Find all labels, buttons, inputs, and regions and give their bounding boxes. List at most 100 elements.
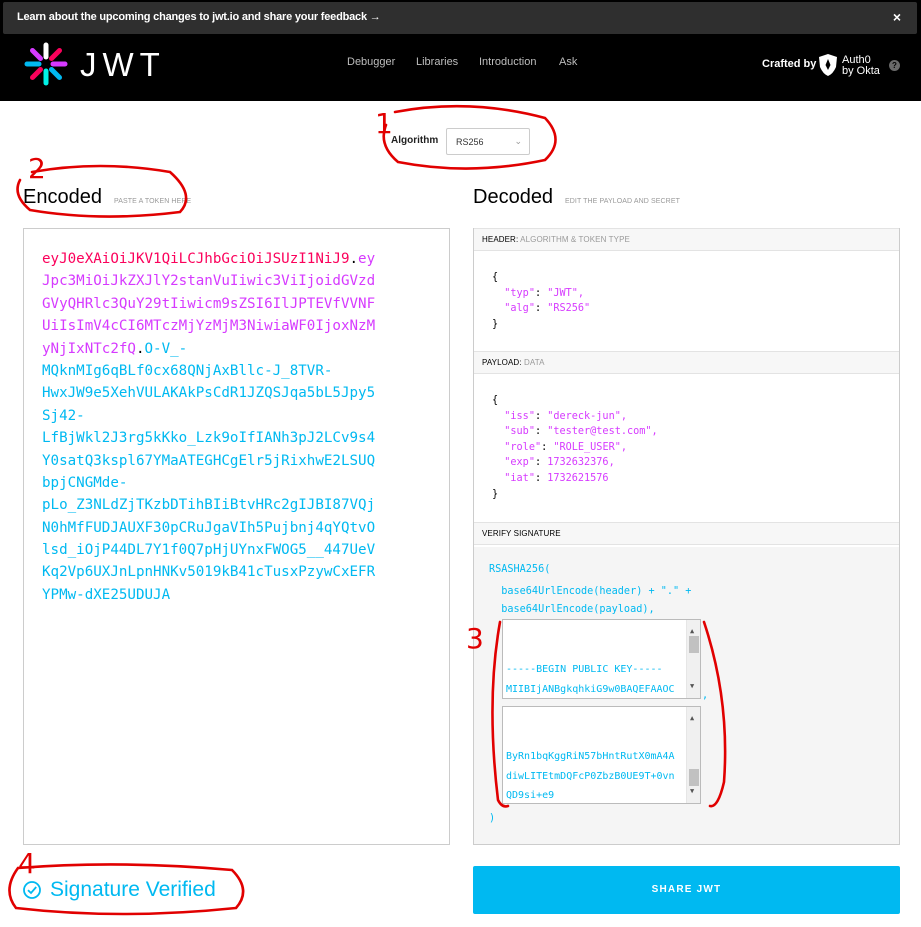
json-brace: { <box>492 272 499 283</box>
crafted-by-label: Crafted by <box>762 58 817 70</box>
payload-section-title: PAYLOAD: DATA <box>474 351 899 374</box>
nav-ask[interactable]: Ask <box>559 56 577 68</box>
token-line: Kq2Vp6UXJnLpnHNKv5019kB41cTusxPzywCxEFR <box>42 561 449 583</box>
token-line: Y0satQ3kspl67YMaATEGHCgElr5jRixhwE2LSUQ <box>42 450 449 472</box>
json-line: "role": "ROLE_USER", <box>492 440 658 456</box>
json-value: "ROLE_USER", <box>553 441 627 453</box>
token-line: bpjCNGMde- <box>42 472 449 494</box>
chevron-down-icon: ⌄ <box>514 136 522 146</box>
logo-text[interactable]: JWT <box>80 46 166 84</box>
payload-section-sub: DATA <box>523 358 545 367</box>
scroll-down-icon[interactable]: ▼ <box>690 782 694 801</box>
auth0-shield-icon[interactable] <box>818 53 838 77</box>
json-key: "iat" <box>504 472 535 484</box>
public-key-scrollbar[interactable]: ▲ ▼ <box>686 620 700 698</box>
token-line: GVyQHRlc3QuY29tIiwicm9sZSI6IlJPTEVfVVNF <box>42 293 449 315</box>
verify-comma: , <box>702 690 709 701</box>
nav-libraries[interactable]: Libraries <box>416 56 458 68</box>
announcement-banner[interactable]: Learn about the upcoming changes to jwt.… <box>3 2 917 34</box>
json-value: "dereck-jun", <box>547 410 627 422</box>
encoded-subtitle: PASTE A TOKEN HERE <box>114 198 192 205</box>
algorithm-value: RS256 <box>456 137 484 147</box>
payload-section-label: PAYLOAD: <box>482 358 522 367</box>
encoded-title: Encoded <box>23 186 102 208</box>
token-segment-purple: Jpc3MiOiJkZXJlY2stanVuIiwic3ViIjoidGVzd <box>42 273 376 290</box>
token-segment-dot: . <box>349 251 359 267</box>
header-json-editor[interactable]: { "typ": "JWT", "alg": "RS256"} <box>492 270 590 332</box>
key-line: diwLITEtmDQFcP0ZbzB0UE9T+0vn <box>506 770 675 782</box>
token-segment-cyan: N0hMfFUDJAUXF30pCRuJgaVIh5Pujbnj4qYQtvO <box>42 519 376 536</box>
token-segment-cyan: Y0satQ3kspl67YMaATEGHCgElr5jRixhwE2LSUQ <box>42 452 376 469</box>
top-bar: Learn about the upcoming changes to jwt.… <box>0 0 921 101</box>
okta-line: by Okta <box>842 65 880 77</box>
token-line: MQknMIg6qBLf0cx68QNjAxBllc-J_8TVR- <box>42 360 449 382</box>
token-segment-purple: yNjIxNTc2fQ <box>42 340 136 357</box>
payload-json-editor[interactable]: { "iss": "dereck-jun", "sub": "tester@te… <box>492 393 658 502</box>
token-segment-dot: . <box>135 340 145 357</box>
token-line: pLo_Z3NLdZjTKzbDTihBIiBtvHRc2gIJBI87VQj <box>42 494 449 516</box>
token-line: LfBjWkl2J3rg5kKko_Lzk9oIfIANh3pJ2LCv9s4 <box>42 427 449 449</box>
verify-section-label: VERIFY SIGNATURE <box>482 529 561 538</box>
encoded-token-input[interactable]: eyJ0eXAiOiJKV1QiLCJhbGciOiJSUzI1NiJ9.ey J… <box>23 228 450 845</box>
key-line: ByRn1bqKggRiN57bHntRutX0mA4A <box>506 751 675 763</box>
json-line: } <box>492 487 658 503</box>
token-line: Sj42- <box>42 405 449 427</box>
token-segment-red: eyJ0eXAiOiJKV1QiLCJhbGciOiJSUzI1NiJ9 <box>42 251 350 267</box>
share-jwt-button[interactable]: SHARE JWT <box>473 866 900 914</box>
json-line: { <box>492 393 658 409</box>
scroll-up-icon[interactable]: ▲ <box>690 709 694 728</box>
token-line: UiIsImV4cCI6MTczMjYzMjM3NiwiaWF0IjoxNzM <box>42 315 449 337</box>
jwt-logo-icon[interactable] <box>24 42 68 86</box>
close-icon[interactable]: × <box>893 9 901 25</box>
json-line: "iss": "dereck-jun", <box>492 409 658 425</box>
token-segment-cyan: YPMw-dXE25UDUJA <box>42 586 171 603</box>
verify-section-title: VERIFY SIGNATURE <box>474 522 899 545</box>
key-line: -----BEGIN PUBLIC KEY----- <box>506 664 663 676</box>
banner-text[interactable]: Learn about the upcoming changes to jwt.… <box>17 11 381 23</box>
json-key: "typ" <box>504 287 535 299</box>
json-key: "exp" <box>504 457 535 469</box>
private-key-scrollbar[interactable]: ▲ ▼ <box>686 707 700 803</box>
token-line: eyJ0eXAiOiJKV1QiLCJhbGciOiJSUzI1NiJ9.ey <box>42 248 449 270</box>
verify-signature-area: RSASHA256( base64UrlEncode(header) + "."… <box>474 547 899 844</box>
json-key: "sub" <box>504 426 535 438</box>
header-section-title: HEADER: ALGORITHM & TOKEN TYPE <box>474 228 899 251</box>
token-segment-cyan: Sj42- <box>42 407 85 424</box>
nav-introduction[interactable]: Introduction <box>479 56 536 68</box>
private-key-textarea[interactable]: ByRn1bqKggRiN57bHntRutX0mA4A diwLITEtmDQF… <box>502 706 701 804</box>
public-key-textarea[interactable]: -----BEGIN PUBLIC KEY----- MIIBIjANBgkqhk… <box>502 619 701 699</box>
json-line: } <box>492 317 590 333</box>
auth0-by-okta[interactable]: Auth0 by Okta <box>842 55 880 77</box>
verify-line-payload: base64UrlEncode(payload), <box>489 604 655 615</box>
check-circle-icon <box>23 881 41 899</box>
header-section-label: HEADER: <box>482 235 519 244</box>
token-segment-cyan: pLo_Z3NLdZjTKzbDTihBIiBtvHRc2gIJBI87VQj <box>42 497 376 514</box>
help-icon[interactable]: ? <box>889 60 900 71</box>
json-key: "iss" <box>504 410 535 422</box>
key-line: MIIBIjANBgkqhkiG9w0BAQEFAAOC <box>506 683 675 695</box>
token-segment-purple: UiIsImV4cCI6MTczMjYzMjM3NiwiaWF0IjoxNzM <box>42 318 376 335</box>
json-brace: { <box>492 395 499 406</box>
json-line: "alg": "RS256" <box>492 301 590 317</box>
verify-close: ) <box>489 813 496 824</box>
json-value: "RS256" <box>547 303 591 315</box>
algorithm-select[interactable]: RS256 ⌄ <box>446 128 530 155</box>
token-line: lsd_iOjP44DL7Y1f0Q7pHjUYnxFWOG5__447UeV <box>42 539 449 561</box>
token-line: N0hMfFUDJAUXF30pCRuJgaVIh5Pujbnj4qYQtvO <box>42 517 449 539</box>
nav-debugger[interactable]: Debugger <box>347 56 395 68</box>
key-line: QD9si+e9 <box>506 789 555 801</box>
json-key: "role" <box>504 441 542 453</box>
json-value: 1732621576 <box>547 472 609 484</box>
token-line: yNjIxNTc2fQ.O-V_- <box>42 338 449 360</box>
token-segment-cyan: HwxJW9e5XehVULAKAkPsCdR1JZQSJqa5bL5Jpy5 <box>42 385 376 402</box>
token-segment-cyan: O-V_- <box>144 340 188 357</box>
token-segment-cyan: lsd_iOjP44DL7Y1f0Q7pHjUYnxFWOG5__447UeV <box>42 542 376 559</box>
scroll-down-icon[interactable]: ▼ <box>690 677 694 696</box>
decoded-subtitle: EDIT THE PAYLOAD AND SECRET <box>565 198 680 205</box>
token-line: YPMw-dXE25UDUJA <box>42 584 449 606</box>
token-segment-cyan: MQknMIg6qBLf0cx68QNjAxBllc-J_8TVR- <box>42 362 333 379</box>
